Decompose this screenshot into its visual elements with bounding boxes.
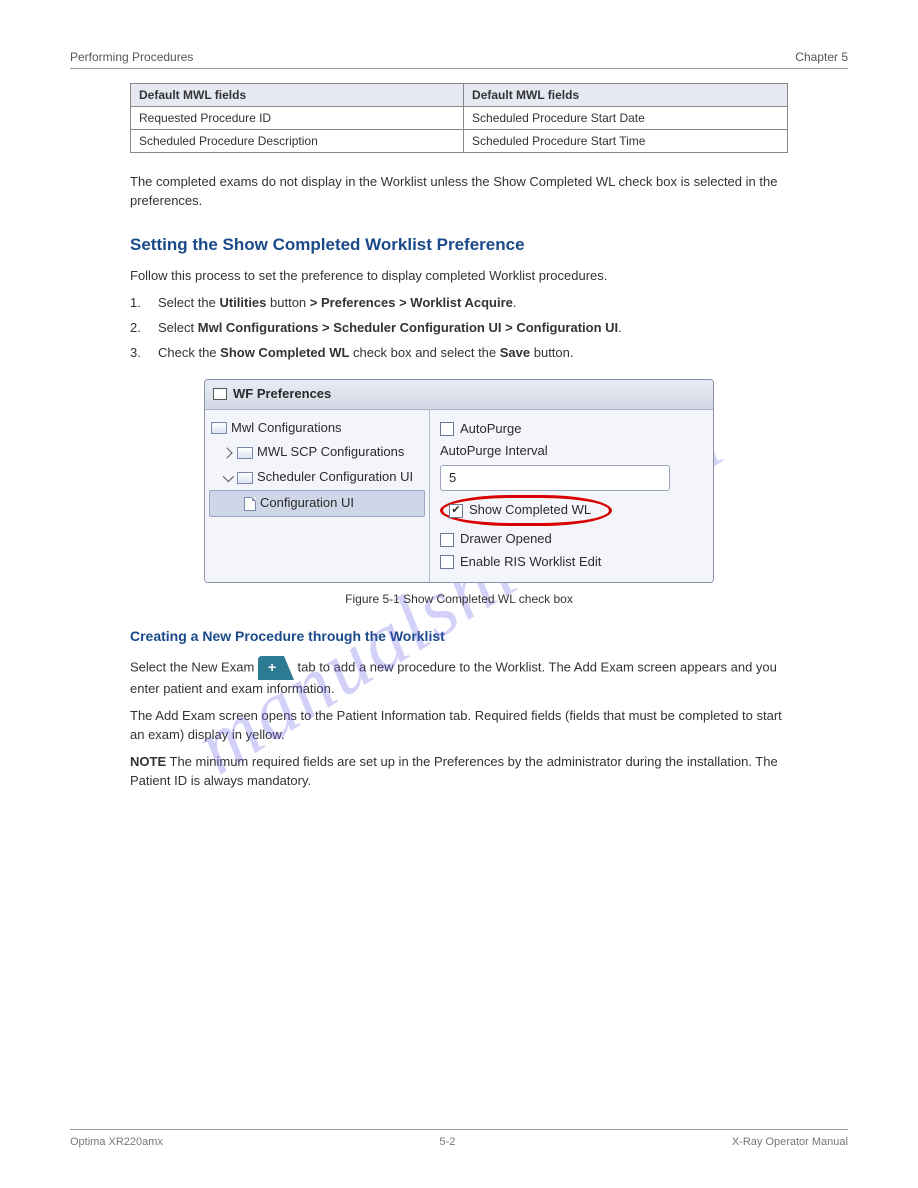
step-item: 2. Select Mwl Configurations > Scheduler… [130, 319, 788, 338]
step-bold: Show Completed WL [220, 345, 349, 360]
table-cell: Scheduled Procedure Description [131, 130, 464, 153]
drawer-opened-row: Drawer Opened [440, 530, 703, 549]
folder-icon [237, 447, 253, 459]
paragraph: Select the New Exam + tab to add a new p… [130, 656, 788, 699]
drawer-opened-label: Drawer Opened [460, 530, 552, 549]
window-title-text: WF Preferences [233, 385, 331, 404]
step-text: Check the Show Completed WL check box an… [158, 344, 574, 363]
page-footer: Optima XR220amx 5-2 X-Ray Operator Manua… [70, 1129, 848, 1148]
table-cell: Requested Procedure ID [131, 107, 464, 130]
interval-label-row: AutoPurge Interval [440, 442, 703, 461]
tree-node[interactable]: MWL SCP Configurations [209, 440, 425, 465]
page-header: Performing Procedures Chapter 5 [70, 50, 848, 69]
step-text-fragment: Select [158, 320, 198, 335]
autopurge-checkbox[interactable] [440, 422, 454, 436]
footer-center: 5-2 [439, 1136, 455, 1148]
file-icon [244, 497, 256, 511]
figure-caption: Figure 5-1 Show Completed WL check box [204, 591, 714, 608]
step-text-fragment: . [618, 320, 622, 335]
autopurge-row: AutoPurge [440, 420, 703, 439]
annotation-circle: ✔ Show Completed WL [440, 495, 612, 526]
tree-label: Configuration UI [260, 494, 354, 513]
preferences-form: AutoPurge AutoPurge Interval 5 ✔ Show Co… [430, 410, 713, 582]
step-bold: Worklist Acquire [410, 295, 513, 310]
p3-text-a: Select the New Exam [130, 660, 258, 675]
step-item: 1. Select the Utilities button > Prefere… [130, 294, 788, 313]
window-icon [213, 388, 227, 400]
autopurge-interval-input[interactable]: 5 [440, 465, 670, 491]
step-bold: > [322, 320, 330, 335]
step-bold: Scheduler Configuration UI [333, 320, 501, 335]
header-left: Performing Procedures [70, 50, 193, 64]
show-completed-row: ✔ Show Completed WL [440, 495, 703, 526]
interval-label: AutoPurge Interval [440, 442, 548, 461]
footer-left: Optima XR220amx [70, 1136, 163, 1148]
step-text: Select the Utilities button > Preference… [158, 294, 517, 313]
enable-ris-row: Enable RIS Worklist Edit [440, 553, 703, 572]
tree-node-selected[interactable]: Configuration UI [209, 490, 425, 517]
step-text-fragment: button. [530, 345, 573, 360]
step-text-fragment: check box and select the [349, 345, 499, 360]
tree-toggle-icon[interactable] [221, 447, 232, 458]
step-bold: > [505, 320, 513, 335]
note-title: NOTE [130, 754, 166, 769]
tree-toggle-icon[interactable] [223, 471, 234, 482]
step-bold: Configuration UI [516, 320, 618, 335]
section-heading: Setting the Show Completed Worklist Pref… [130, 233, 788, 258]
folder-icon [237, 472, 253, 484]
folder-icon [211, 422, 227, 434]
footer-right: X-Ray Operator Manual [732, 1136, 848, 1148]
step-bold: > [399, 295, 407, 310]
svg-text:+: + [268, 659, 276, 675]
show-completed-checkbox[interactable]: ✔ [449, 504, 463, 518]
show-completed-label: Show Completed WL [469, 501, 591, 520]
header-right: Chapter 5 [795, 50, 848, 64]
intro-paragraph: The completed exams do not display in th… [130, 173, 788, 211]
table-header: Default MWL fields [131, 84, 464, 107]
table-row: Requested Procedure ID Scheduled Procedu… [131, 107, 788, 130]
drawer-opened-checkbox[interactable] [440, 533, 454, 547]
step-number: 3. [130, 344, 148, 363]
table-header: Default MWL fields [464, 84, 788, 107]
autopurge-label: AutoPurge [460, 420, 521, 439]
tree-node[interactable]: Scheduler Configuration UI [209, 465, 425, 490]
step-bold: Preferences [321, 295, 395, 310]
step-text-fragment: . [513, 295, 517, 310]
preferences-tree[interactable]: Mwl Configurations MWL SCP Configuration… [205, 410, 430, 582]
new-exam-plus-tab-icon: + [258, 656, 294, 680]
table-cell: Scheduled Procedure Start Date [464, 107, 788, 130]
table-cell: Scheduled Procedure Start Time [464, 130, 788, 153]
enable-ris-checkbox[interactable] [440, 555, 454, 569]
tree-label: Scheduler Configuration UI [257, 468, 413, 487]
step-bold: Utilities [219, 295, 266, 310]
step-text: Select Mwl Configurations > Scheduler Co… [158, 319, 622, 338]
paragraph: The Add Exam screen opens to the Patient… [130, 707, 788, 745]
step-number: 2. [130, 319, 148, 338]
tree-label: MWL SCP Configurations [257, 443, 404, 462]
tree-node-root[interactable]: Mwl Configurations [209, 416, 425, 441]
step-bold: Mwl Configurations [198, 320, 319, 335]
tree-label: Mwl Configurations [231, 419, 342, 438]
step-item: 3. Check the Show Completed WL check box… [130, 344, 788, 363]
intro-paragraph-2: Follow this process to set the preferenc… [130, 267, 788, 286]
enable-ris-label: Enable RIS Worklist Edit [460, 553, 601, 572]
subsection-heading: Creating a New Procedure through the Wor… [130, 626, 788, 646]
interval-input-row: 5 [440, 465, 703, 491]
step-text-fragment: Check the [158, 345, 220, 360]
step-text-fragment: Select the [158, 295, 219, 310]
figure-wf-preferences: WF Preferences Mwl Configurations MWL SC… [204, 379, 714, 608]
table-row: Scheduled Procedure Description Schedule… [131, 130, 788, 153]
step-text-fragment: button [266, 295, 309, 310]
mwl-fields-table: Default MWL fields Default MWL fields Re… [130, 83, 788, 153]
window-titlebar: WF Preferences [205, 380, 713, 410]
note-block: NOTE The minimum required fields are set… [130, 753, 788, 791]
step-bold: Save [500, 345, 530, 360]
wf-preferences-window: WF Preferences Mwl Configurations MWL SC… [204, 379, 714, 583]
step-number: 1. [130, 294, 148, 313]
note-body-text: The minimum required fields are set up i… [130, 754, 778, 788]
